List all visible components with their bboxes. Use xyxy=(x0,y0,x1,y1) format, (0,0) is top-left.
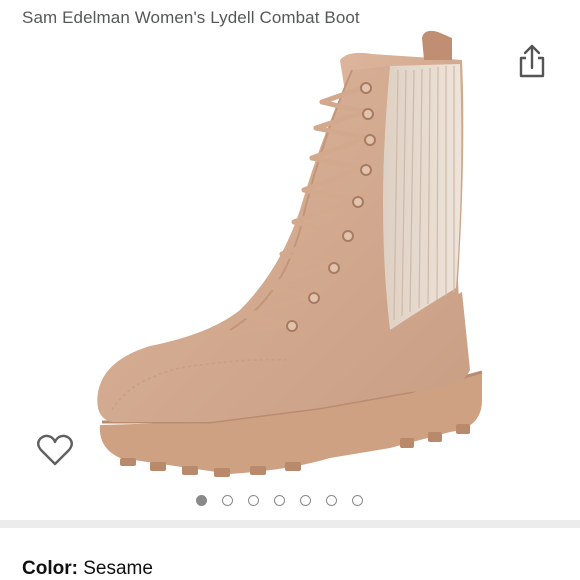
wishlist-button[interactable] xyxy=(35,430,75,470)
carousel-dot-4[interactable] xyxy=(274,494,285,506)
section-divider xyxy=(0,520,580,528)
color-value: Sesame xyxy=(83,558,153,579)
carousel-dot-7[interactable] xyxy=(352,494,363,506)
share-icon xyxy=(519,44,545,78)
combat-boot-image xyxy=(97,30,483,477)
image-carousel-indicator xyxy=(196,492,363,508)
carousel-dot-5[interactable] xyxy=(300,494,311,506)
product-image[interactable] xyxy=(90,30,500,485)
product-title: Sam Edelman Women's Lydell Combat Boot xyxy=(22,8,360,27)
carousel-dot-1[interactable] xyxy=(196,494,207,506)
carousel-dot-2[interactable] xyxy=(222,494,233,506)
color-selection: Color: Sesame xyxy=(22,558,153,580)
color-label: Color: xyxy=(22,558,78,579)
heart-outline-icon xyxy=(37,434,73,466)
carousel-dot-6[interactable] xyxy=(326,494,337,506)
share-button[interactable] xyxy=(514,42,550,80)
carousel-dot-3[interactable] xyxy=(248,494,259,506)
